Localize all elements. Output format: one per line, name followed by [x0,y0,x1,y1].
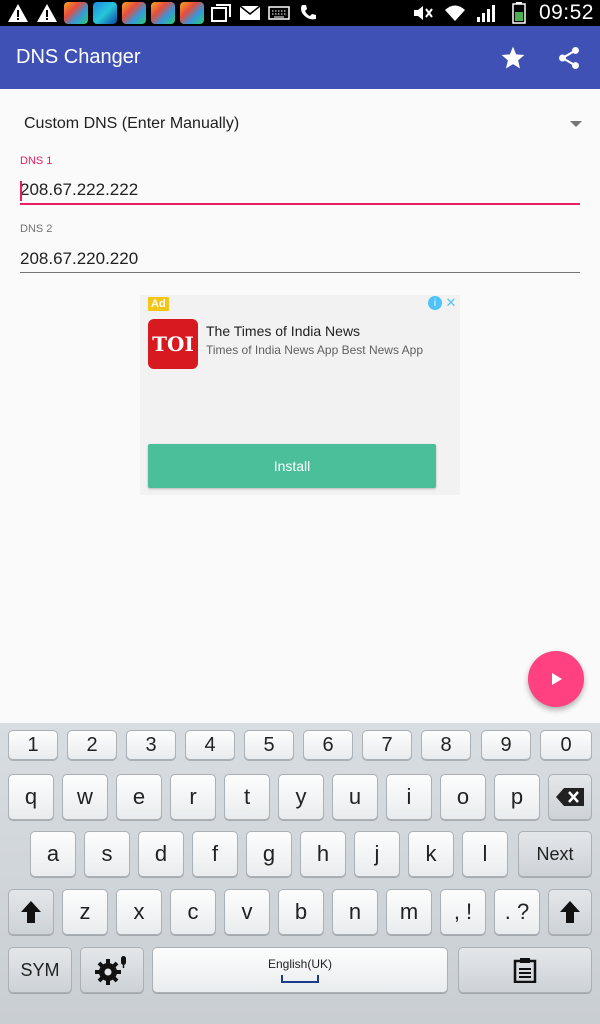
space-bar-icon [281,975,319,983]
clipboard-icon [513,958,537,983]
battery-icon [507,2,531,24]
space-key[interactable]: English(UK) [152,947,448,993]
settings-key[interactable] [80,947,144,993]
key-f[interactable]: f [192,831,238,877]
key-d[interactable]: d [138,831,184,877]
key-y[interactable]: y [278,774,324,820]
backspace-key[interactable] [548,774,592,820]
key-c[interactable]: c [170,889,216,935]
key-r[interactable]: r [170,774,216,820]
key-v[interactable]: v [224,889,270,935]
ad-title: The Times of India News [206,323,361,339]
ad-badge: Ad [148,297,169,311]
gear-icon [95,956,126,985]
key-g[interactable]: g [246,831,292,877]
key-l[interactable]: l [462,831,508,877]
text-cursor [20,181,22,201]
key-4[interactable]: 4 [185,730,235,760]
key-z[interactable]: z [62,889,108,935]
key-2[interactable]: 2 [67,730,117,760]
key-3[interactable]: 3 [126,730,176,760]
key-9[interactable]: 9 [481,730,531,760]
app-notification-icon [180,2,204,24]
toi-logo: TOI [148,319,198,369]
key-7[interactable]: 7 [362,730,412,760]
start-dns-button[interactable] [528,651,584,707]
wifi-icon [443,2,467,24]
signal-icon [475,2,499,24]
shift-icon [21,901,41,923]
close-icon[interactable]: ✕ [444,295,458,310]
sym-key[interactable]: SYM [8,947,72,993]
key-w[interactable]: w [62,774,108,820]
status-bar: 09:52 [0,0,600,26]
keyboard-icon [267,2,291,24]
key-5[interactable]: 5 [244,730,294,760]
keyboard-language-label: English(UK) [267,957,333,971]
dns1-input[interactable] [20,177,580,205]
key-a[interactable]: a [30,831,76,877]
play-icon [552,673,562,685]
key-m[interactable]: m [386,889,432,935]
key-period[interactable]: . ? [494,889,540,935]
key-q[interactable]: q [8,774,54,820]
mute-icon [411,2,435,24]
window-icon [209,2,233,24]
key-6[interactable]: 6 [303,730,353,760]
info-icon[interactable]: i [428,296,442,310]
app-notification-icon [151,2,175,24]
dns2-input[interactable] [20,245,580,273]
dns-provider-value: Custom DNS (Enter Manually) [24,115,240,132]
app-notification-icon [64,2,88,24]
star-icon[interactable] [498,43,528,73]
key-i[interactable]: i [386,774,432,820]
app-bar: DNS Changer [0,26,600,89]
dns1-field-group: DNS 1 [20,155,580,205]
shift-key-right[interactable] [548,889,592,935]
key-n[interactable]: n [332,889,378,935]
dns2-field-group: DNS 2 [20,223,580,273]
key-0[interactable]: 0 [540,730,592,760]
ad-subtitle: Times of India News App Best News App [206,343,423,357]
status-time: 09:52 [538,1,594,24]
key-p[interactable]: p [494,774,540,820]
main-content: Custom DNS (Enter Manually) DNS 1 DNS 2 … [0,89,600,723]
key-j[interactable]: j [354,831,400,877]
key-x[interactable]: x [116,889,162,935]
app-notification-icon [93,2,117,24]
install-button[interactable]: Install [148,444,436,488]
key-s[interactable]: s [84,831,130,877]
key-comma[interactable]: , ! [440,889,486,935]
dns1-label: DNS 1 [20,155,53,167]
backspace-icon [556,788,584,806]
ad-banner[interactable]: Ad i ✕ TOI The Times of India News Times… [140,295,460,495]
key-8[interactable]: 8 [421,730,471,760]
call-icon [296,2,320,24]
key-e[interactable]: e [116,774,162,820]
warning-icon [35,2,59,24]
next-key[interactable]: Next [518,831,592,877]
key-h[interactable]: h [300,831,346,877]
app-title: DNS Changer [16,46,141,68]
shift-key[interactable] [8,889,54,935]
clipboard-key[interactable] [458,947,592,993]
mail-icon [238,2,262,24]
shift-icon [560,901,580,923]
soft-keyboard: 1 2 3 4 5 6 7 8 9 0 q w e r t y u i o p … [0,723,600,1024]
key-o[interactable]: o [440,774,486,820]
dns-provider-dropdown[interactable]: Custom DNS (Enter Manually) [24,111,584,137]
dns2-label: DNS 2 [20,223,53,235]
key-u[interactable]: u [332,774,378,820]
key-b[interactable]: b [278,889,324,935]
key-1[interactable]: 1 [8,730,58,760]
key-t[interactable]: t [224,774,270,820]
app-notification-icon [122,2,146,24]
dropdown-arrow-icon [570,121,582,127]
warning-icon [6,2,30,24]
key-k[interactable]: k [408,831,454,877]
share-icon[interactable] [554,43,584,73]
